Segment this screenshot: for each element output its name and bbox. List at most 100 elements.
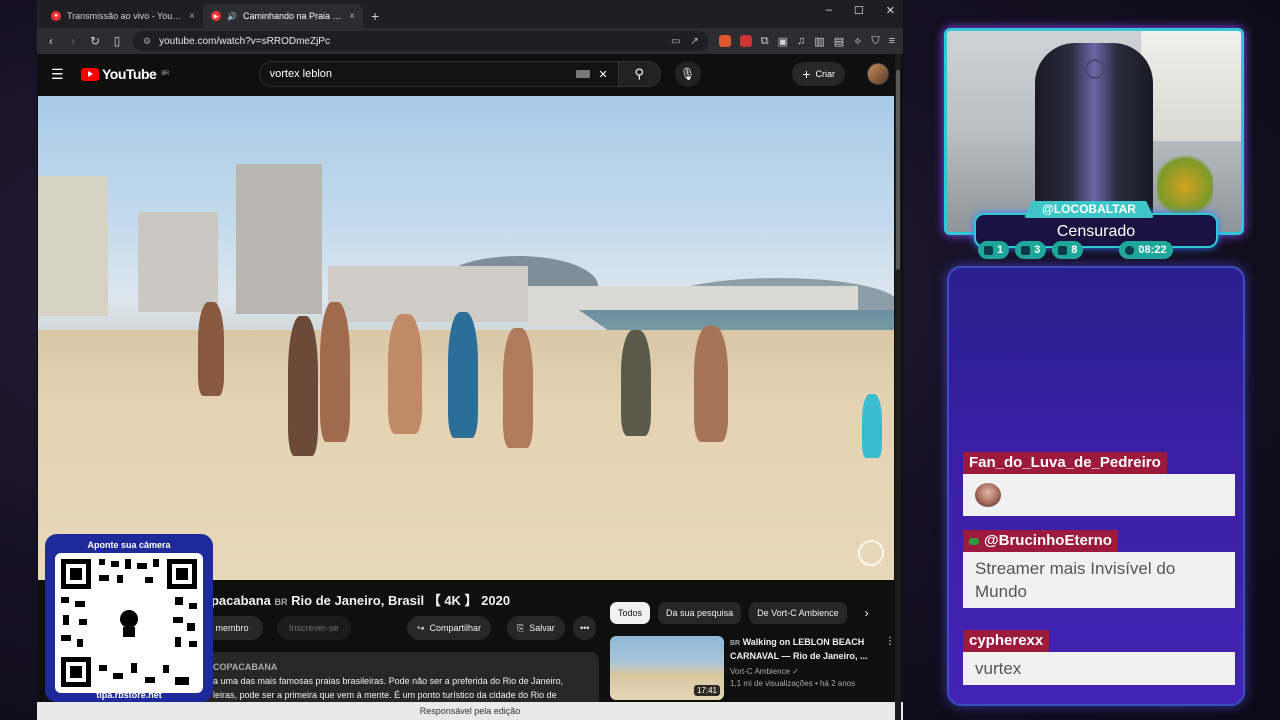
twitch-icon: [984, 245, 993, 255]
description-line: leiras, pode ser a primeira que vem à me…: [213, 690, 557, 700]
rec-duration: 17:41: [693, 685, 720, 696]
chat-message: Fan_do_Luva_de_Pedreiro: [963, 452, 1235, 516]
save-button[interactable]: ⎘ Salvar: [507, 616, 565, 640]
brave-shield-icon[interactable]: [718, 35, 731, 47]
share-label: Compartilhar: [429, 623, 482, 633]
chip-da-sua-pesquisa[interactable]: Da sua pesquisa: [658, 602, 742, 624]
rec-title-text: Walking on LEBLON BEACH CARNAVAL — Rio d…: [730, 637, 868, 661]
rec-region: BR: [730, 640, 741, 647]
stat-kick: 8: [1052, 241, 1084, 259]
rec-thumbnail[interactable]: 17:41: [610, 636, 724, 700]
chat-body: Streamer mais Invisível do Mundo: [963, 552, 1235, 608]
description-channel: COPACABANA: [213, 662, 278, 672]
close-tab-icon[interactable]: ×: [189, 11, 195, 22]
logo-region: BR: [161, 71, 169, 77]
youtube-logo[interactable]: YouTube BR: [81, 66, 169, 82]
rec-meta: BR Walking on LEBLON BEACH CARNAVAL — Ri…: [730, 636, 879, 702]
video-title: opacabana BR Rio de Janeiro, Brasil 【 4K…: [203, 590, 510, 609]
video-player[interactable]: [38, 96, 894, 580]
extensions-area: ⧉ ▣ ♫ ▥ ▤ ✧ ⛉ ≡: [718, 35, 895, 48]
share-icon[interactable]: ↗: [690, 36, 698, 47]
related-chips: Todos Da sua pesquisa De Vort-C Ambience…: [610, 602, 869, 624]
bookmark-icon[interactable]: ▯: [111, 34, 123, 48]
keyboard-icon[interactable]: [576, 70, 591, 78]
maximize-icon[interactable]: ☐: [854, 4, 864, 17]
menu-icon[interactable]: ≡: [889, 35, 895, 47]
leo-icon[interactable]: ✧: [853, 35, 862, 48]
page-scrollbar[interactable]: [895, 54, 901, 720]
channel-watermark-icon[interactable]: [858, 540, 884, 566]
youtube-icon: ▶: [211, 11, 221, 21]
voice-search-button[interactable]: 🎙: [674, 61, 701, 87]
chip-vort-c-ambience[interactable]: De Vort-C Ambience: [749, 602, 847, 624]
extensions-icon[interactable]: ⧉: [761, 35, 769, 48]
building: [138, 212, 218, 312]
create-button[interactable]: + Criar: [792, 62, 845, 86]
search-button[interactable]: ⚲: [618, 61, 661, 87]
room-window: [1141, 31, 1241, 141]
beachgoer: [862, 394, 882, 458]
close-window-icon[interactable]: ✕: [886, 4, 895, 17]
stat-twitch: 1: [978, 241, 1010, 259]
reload-icon[interactable]: ↻: [89, 34, 101, 48]
new-tab-button[interactable]: +: [363, 8, 387, 28]
rec-title[interactable]: BR Walking on LEBLON BEACH CARNAVAL — Ri…: [730, 636, 879, 662]
site-info-icon[interactable]: ⚙: [143, 36, 151, 47]
recommended-video[interactable]: 17:41 BR Walking on LEBLON BEACH CARNAVA…: [610, 636, 895, 702]
close-tab-icon[interactable]: ×: [349, 11, 355, 22]
building: [38, 176, 108, 316]
rec-channel-name: Vort-C Ambience: [730, 667, 791, 676]
sidebar-icon[interactable]: ▥: [814, 35, 824, 48]
hamburger-menu-icon[interactable]: ☰: [51, 66, 67, 83]
beachgoer: [388, 314, 422, 434]
avatar[interactable]: [867, 63, 889, 85]
room-decoration: [1157, 151, 1213, 221]
chevron-right-icon[interactable]: ›: [865, 606, 869, 620]
tab-title: Transmissão ao vivo - YouTube Studio: [67, 11, 183, 21]
chip-todos[interactable]: Todos: [610, 602, 651, 624]
status-bar: Responsável pela edição: [37, 702, 903, 720]
wallet-icon[interactable]: ▤: [834, 35, 844, 48]
subscribe-button[interactable]: Inscrever-se: [277, 616, 351, 640]
title-part: opacabana: [203, 593, 271, 608]
cast-icon[interactable]: ▭: [671, 36, 680, 47]
building: [236, 164, 322, 314]
plus-icon: +: [802, 66, 811, 82]
logo-text: YouTube: [102, 66, 157, 82]
rec-age: há 2 anos: [819, 679, 856, 688]
more-actions-button[interactable]: •••: [573, 616, 597, 640]
youtube-header: ☰ YouTube BR vortex leblon ✕ ⚲ 🎙 + Criar: [37, 54, 903, 94]
stat-youtube: 3: [1015, 241, 1047, 259]
chat-body: vurtex: [963, 652, 1235, 685]
chat-username: @BrucinhoEterno: [963, 530, 1118, 552]
media-icon[interactable]: ♫: [797, 35, 805, 47]
share-button[interactable]: ↪ Compartilhar: [407, 616, 492, 640]
back-icon[interactable]: ‹: [45, 34, 57, 48]
title-part: Rio de Janeiro, Brasil 【 4K 】 2020: [291, 593, 511, 608]
description-line: a uma das mais famosas praias brasileira…: [213, 676, 564, 686]
rewards-icon[interactable]: [739, 35, 752, 47]
window-controls: – ☐ ✕: [826, 4, 895, 17]
tab-youtube-studio[interactable]: ● Transmissão ao vivo - YouTube Studio ×: [43, 4, 203, 28]
vpn-icon[interactable]: ⛉: [871, 35, 879, 48]
qr-card: Aponte sua câmera tipa.rbstore.net: [45, 534, 213, 702]
chat-panel: Fan_do_Luva_de_Pedreiro @BrucinhoEterno …: [947, 266, 1245, 706]
beachgoer: [320, 302, 350, 442]
badge-icon: [969, 537, 979, 545]
tab-copacabana-video[interactable]: ▶ 🔊 Caminhando na Praia de Copacabana ×: [203, 4, 363, 28]
rec-menu-icon[interactable]: ⋮: [885, 636, 895, 702]
forward-icon[interactable]: ›: [67, 34, 79, 48]
minimize-icon[interactable]: –: [826, 4, 832, 17]
kick-icon: [1058, 245, 1068, 255]
stat-value: 3: [1034, 244, 1041, 256]
url-field[interactable]: ⚙ youtube.com/watch?v=sRRODmeZjPc ▭ ↗: [133, 31, 709, 51]
streamer-name: @LOCOBALTAR: [1024, 201, 1154, 218]
verified-icon: ✓: [792, 667, 799, 676]
screenshot-icon[interactable]: ▣: [778, 35, 788, 48]
tab-strip: ● Transmissão ao vivo - YouTube Studio ×…: [37, 0, 903, 28]
chat-username: cypherexx: [963, 630, 1050, 652]
search-input[interactable]: vortex leblon ✕: [258, 61, 619, 87]
rec-channel[interactable]: Vort-C Ambience ✓: [730, 666, 879, 678]
qr-code: [55, 553, 203, 693]
clear-search-icon[interactable]: ✕: [598, 68, 607, 81]
